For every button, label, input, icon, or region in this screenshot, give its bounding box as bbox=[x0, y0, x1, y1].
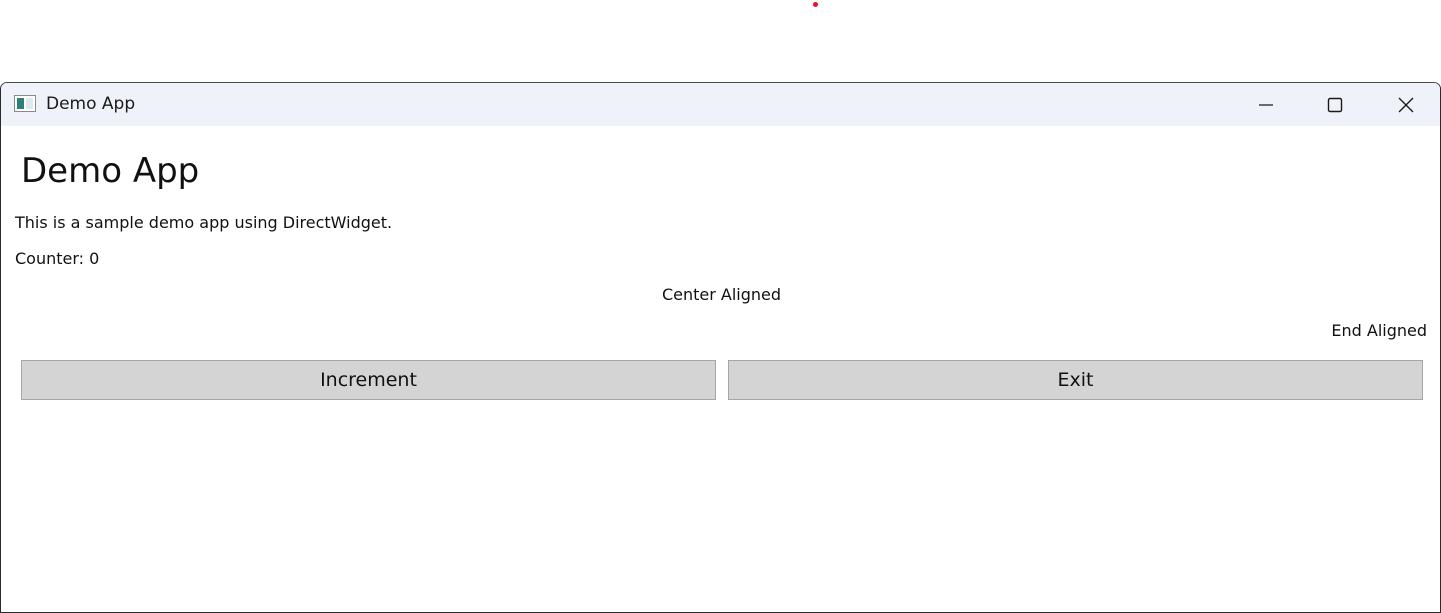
page-title: Demo App bbox=[21, 151, 200, 191]
window-title: Demo App bbox=[46, 94, 136, 114]
minimize-button[interactable] bbox=[1231, 83, 1301, 126]
desktop: Demo App Demo App This is a sample demo … bbox=[0, 0, 1441, 613]
maximize-button[interactable] bbox=[1300, 83, 1370, 126]
exit-button[interactable]: Exit bbox=[728, 360, 1423, 400]
content-area: Demo App This is a sample demo app using… bbox=[1, 126, 1440, 612]
app-icon bbox=[14, 95, 36, 112]
cursor-dot bbox=[813, 2, 818, 7]
title-bar[interactable]: Demo App bbox=[1, 83, 1440, 126]
counter-label: Counter: 0 bbox=[15, 249, 100, 268]
app-window: Demo App Demo App This is a sample demo … bbox=[0, 82, 1441, 613]
description-text: This is a sample demo app using DirectWi… bbox=[15, 213, 393, 232]
increment-button[interactable]: Increment bbox=[21, 360, 716, 400]
maximize-icon bbox=[1327, 97, 1343, 112]
center-aligned-label: Center Aligned bbox=[661, 285, 782, 304]
close-button[interactable] bbox=[1371, 83, 1440, 126]
minimize-icon bbox=[1259, 103, 1273, 106]
close-icon bbox=[1398, 97, 1414, 112]
end-aligned-label: End Aligned bbox=[1331, 321, 1427, 340]
